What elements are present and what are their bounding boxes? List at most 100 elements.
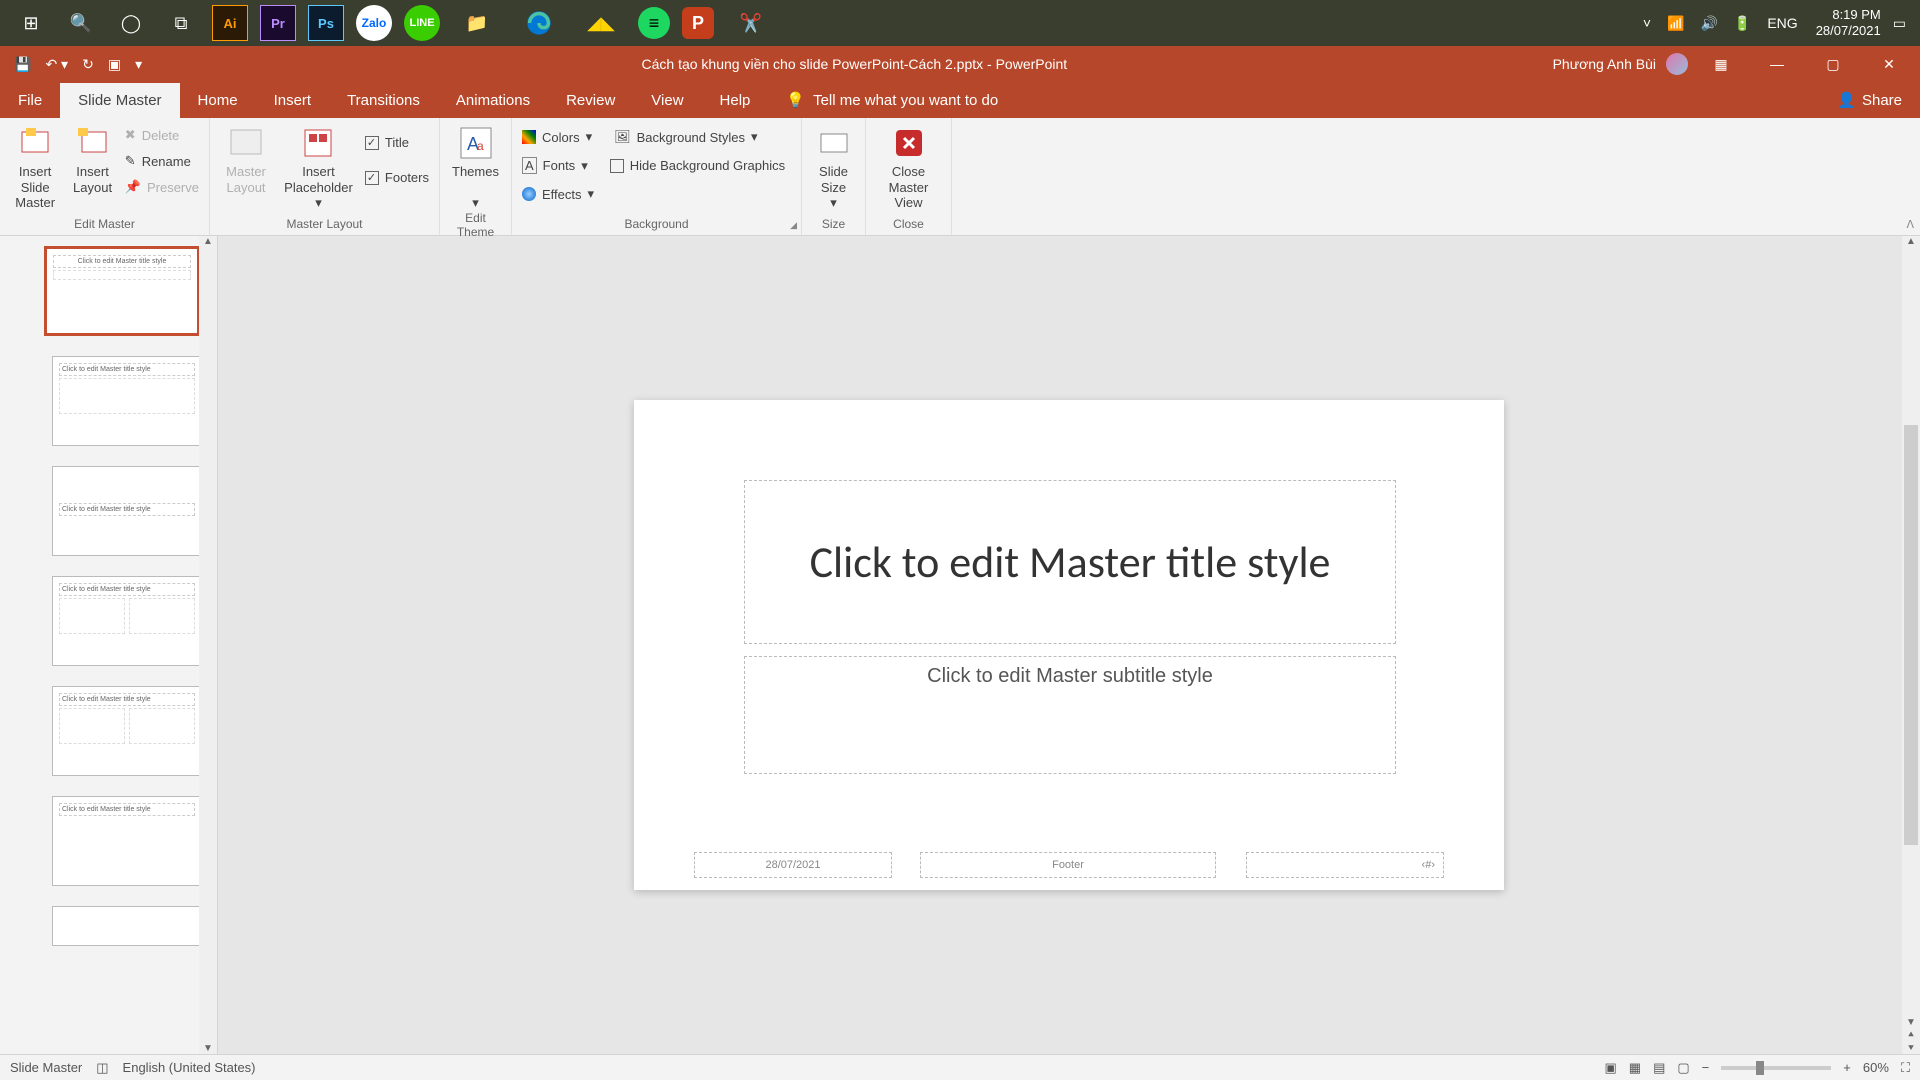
save-icon[interactable]: 💾 — [14, 56, 31, 73]
fonts-button[interactable]: AFonts ▾ — [520, 154, 590, 177]
status-language[interactable]: English (United States) — [123, 1060, 256, 1075]
group-label: Edit Master — [8, 217, 201, 233]
normal-view-icon[interactable]: ▣ — [1604, 1060, 1616, 1076]
battery-icon[interactable]: 🔋 — [1734, 15, 1751, 32]
scroll-up-icon[interactable]: ▲ — [1906, 236, 1916, 247]
colors-button[interactable]: Colors ▾ — [520, 126, 594, 148]
tab-transitions[interactable]: Transitions — [329, 83, 438, 118]
prev-slide-icon[interactable]: ⯅ — [1907, 1030, 1915, 1041]
dialog-launcher-icon[interactable]: ◢ — [790, 220, 797, 231]
tab-insert[interactable]: Insert — [256, 83, 330, 118]
title-bar: 💾 ↶ ▾ ↻ ▣ ▾ Cách tạo khung viền cho slid… — [0, 46, 1920, 82]
notifications-icon[interactable]: ▭ — [1893, 15, 1906, 32]
zalo-icon[interactable]: Zalo — [356, 5, 392, 41]
bg-styles-button[interactable]: 🖼Background Styles ▾ — [612, 126, 759, 148]
scroll-down-icon[interactable]: ▼ — [1906, 1017, 1916, 1028]
slide-canvas-area[interactable]: Click to edit Master title style Click t… — [218, 236, 1920, 1054]
volume-icon[interactable]: 🔊 — [1700, 15, 1717, 32]
taskview-icon[interactable]: ⧉ — [156, 0, 206, 46]
insert-layout-button[interactable]: Insert Layout — [70, 122, 114, 195]
startfromfirst-icon[interactable]: ▣ — [108, 56, 121, 73]
undo-icon[interactable]: ↶ ▾ — [45, 56, 68, 73]
tab-help[interactable]: Help — [702, 83, 769, 118]
clock[interactable]: 8:19 PM 28/07/2021 — [1816, 7, 1881, 38]
slideshow-view-icon[interactable]: ▢ — [1677, 1060, 1689, 1076]
footer-placeholder[interactable]: Footer — [920, 852, 1216, 878]
reading-view-icon[interactable]: ▤ — [1653, 1060, 1665, 1076]
scroll-up-icon[interactable]: ▲ — [203, 236, 213, 247]
scroll-down-icon[interactable]: ▼ — [203, 1043, 213, 1054]
fit-window-icon[interactable]: ⛶ — [1901, 1060, 1910, 1076]
footers-checkbox[interactable]: Footers — [363, 167, 431, 188]
layout-thumbnail[interactable]: Click to edit Master title style — [52, 576, 202, 666]
slide-size-button[interactable]: Slide Size ▾ — [810, 122, 857, 211]
tab-slide-master[interactable]: Slide Master — [60, 83, 179, 118]
zoom-out-icon[interactable]: − — [1702, 1060, 1710, 1075]
layout-thumbnail[interactable]: Click to edit Master title style — [52, 796, 202, 886]
master-layout-button: Master Layout — [218, 122, 274, 195]
collapse-ribbon-icon[interactable]: ᐱ — [1906, 218, 1914, 231]
layout-thumbnail[interactable] — [52, 906, 202, 946]
app-icon[interactable]: ◢◣ — [576, 0, 626, 46]
insert-placeholder-button[interactable]: Insert Placeholder ▾ — [282, 122, 355, 211]
date-placeholder[interactable]: 28/07/2021 — [694, 852, 892, 878]
sorter-view-icon[interactable]: ▦ — [1629, 1060, 1641, 1076]
tab-file[interactable]: File — [0, 83, 60, 118]
search-icon[interactable]: 🔍 — [56, 0, 106, 46]
slide-master-canvas[interactable]: Click to edit Master title style Click t… — [634, 400, 1504, 890]
rename-button[interactable]: ✎Rename — [123, 150, 201, 172]
minimize-icon[interactable]: — — [1754, 56, 1800, 72]
lightbulb-icon: 💡 — [786, 91, 805, 109]
next-slide-icon[interactable]: ⯆ — [1907, 1043, 1915, 1054]
close-master-button[interactable]: Close Master View — [874, 122, 943, 211]
share-button[interactable]: 👤 Share — [1819, 82, 1920, 118]
layout-thumbnail[interactable]: Click to edit Master title style — [52, 466, 202, 556]
master-thumbnail[interactable]: Click to edit Master title style — [44, 246, 200, 336]
zoom-slider[interactable] — [1721, 1066, 1831, 1070]
thumbnail-panel: Click to edit Master title style Click t… — [0, 236, 218, 1054]
powerpoint-icon[interactable]: P — [682, 7, 714, 39]
group-label: Master Layout — [218, 217, 431, 233]
scrollbar-thumb[interactable] — [1904, 425, 1918, 845]
title-placeholder[interactable]: Click to edit Master title style — [744, 480, 1396, 644]
avatar[interactable] — [1666, 53, 1688, 75]
tab-view[interactable]: View — [633, 83, 701, 118]
snip-icon[interactable]: ✂️ — [726, 0, 776, 46]
maximize-icon[interactable]: ▢ — [1810, 56, 1856, 73]
title-checkbox[interactable]: Title — [363, 132, 431, 153]
chevron-up-icon[interactable]: ˅ — [1643, 15, 1651, 31]
slidenum-placeholder[interactable]: ‹#› — [1246, 852, 1444, 878]
explorer-icon[interactable]: 📁 — [452, 0, 502, 46]
subtitle-placeholder[interactable]: Click to edit Master subtitle style — [744, 656, 1396, 774]
zoom-level[interactable]: 60% — [1863, 1060, 1889, 1075]
line-icon[interactable]: LINE — [404, 5, 440, 41]
layout-thumbnail[interactable]: Click to edit Master title style — [52, 356, 202, 446]
tab-review[interactable]: Review — [548, 83, 633, 118]
photoshop-icon[interactable]: Ps — [308, 5, 344, 41]
close-icon[interactable]: ✕ — [1866, 56, 1912, 73]
tell-me[interactable]: 💡 Tell me what you want to do — [768, 82, 1016, 118]
themes-button[interactable]: Aa Themes▾ — [448, 122, 503, 211]
svg-text:a: a — [477, 139, 484, 153]
zoom-in-icon[interactable]: + — [1843, 1060, 1851, 1075]
cortana-icon[interactable]: ◯ — [106, 0, 156, 46]
effects-button[interactable]: Effects ▾ — [520, 183, 596, 205]
tab-home[interactable]: Home — [180, 83, 256, 118]
redo-icon[interactable]: ↻ — [82, 56, 94, 73]
ribbon-display-icon[interactable]: ▦ — [1698, 56, 1744, 73]
lang-indicator[interactable]: ENG — [1767, 15, 1797, 31]
qat-more-icon[interactable]: ▾ — [135, 56, 142, 73]
insert-slide-master-button[interactable]: Insert Slide Master — [8, 122, 62, 211]
edge-icon[interactable] — [514, 0, 564, 46]
accessibility-icon[interactable]: ◫ — [96, 1060, 108, 1076]
premiere-icon[interactable]: Pr — [260, 5, 296, 41]
status-bar: Slide Master ◫ English (United States) ▣… — [0, 1054, 1920, 1080]
spotify-icon[interactable]: ≡ — [638, 7, 670, 39]
tab-animations[interactable]: Animations — [438, 83, 548, 118]
illustrator-icon[interactable]: Ai — [212, 5, 248, 41]
layout-thumbnail[interactable]: Click to edit Master title style — [52, 686, 202, 776]
wifi-icon[interactable]: 📶 — [1667, 15, 1684, 32]
user-name[interactable]: Phương Anh Bùi — [1553, 56, 1656, 72]
hide-bg-checkbox[interactable]: Hide Background Graphics — [608, 154, 787, 177]
start-icon[interactable]: ⊞ — [6, 0, 56, 46]
